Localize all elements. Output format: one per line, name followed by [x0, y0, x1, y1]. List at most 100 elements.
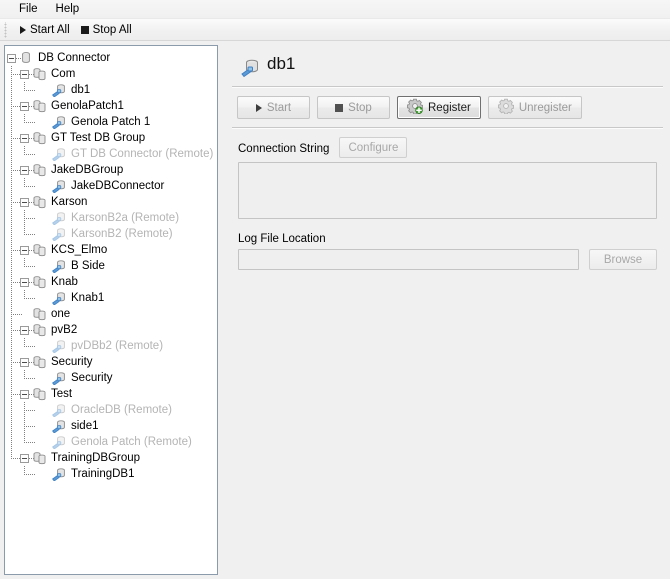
tree-node-label: Test	[48, 386, 72, 402]
tree-expander-placeholder	[38, 82, 51, 98]
tree-node-label: KCS_Elmo	[48, 242, 107, 258]
tree-expander-placeholder	[38, 146, 51, 162]
tree-expander-minus[interactable]	[18, 450, 31, 466]
tree-expander-placeholder	[38, 258, 51, 274]
tree-node[interactable]: JakeDBGroup	[5, 162, 217, 178]
stop-all-label: Stop All	[93, 24, 132, 36]
tree-expander-placeholder	[38, 210, 51, 226]
tree-node[interactable]: DB Connector	[5, 50, 217, 66]
tree-node[interactable]: B Side	[5, 258, 217, 274]
database-group-icon	[31, 130, 48, 146]
tree-node[interactable]: OracleDB (Remote)	[5, 402, 217, 418]
tree-node[interactable]: pvB2	[5, 322, 217, 338]
tree-indent-guide	[5, 290, 18, 306]
menu-bar: File Help	[0, 0, 670, 19]
log-file-input[interactable]	[238, 249, 579, 270]
tree-indent-guide	[5, 274, 18, 290]
tree-node[interactable]: Com	[5, 66, 217, 82]
tree-node[interactable]: Genola Patch 1	[5, 114, 217, 130]
tree-node[interactable]: one	[5, 306, 217, 322]
connector-tree[interactable]: DB ConnectorComdb1GenolaPatch1Genola Pat…	[4, 45, 218, 575]
tree-indent-guide	[5, 82, 18, 98]
tree-node[interactable]: Knab	[5, 274, 217, 290]
tree-expander-minus[interactable]	[18, 66, 31, 82]
tree-expander-minus[interactable]	[18, 98, 31, 114]
tree-node[interactable]: TrainingDB1	[5, 466, 217, 482]
database-connector-icon	[51, 210, 68, 226]
menu-item-help[interactable]: Help	[47, 0, 89, 18]
tree-indent-guide	[5, 450, 18, 466]
tree-indent-guide	[18, 402, 38, 418]
tree-indent-guide	[5, 338, 18, 354]
tree-indent-guide	[5, 210, 18, 226]
tree-expander-placeholder	[38, 178, 51, 194]
play-triangle-icon	[20, 26, 26, 34]
start-button[interactable]: Start	[237, 96, 310, 119]
connection-string-input[interactable]	[238, 162, 657, 219]
tree-node[interactable]: KCS_Elmo	[5, 242, 217, 258]
tree-node[interactable]: Security	[5, 370, 217, 386]
configure-button[interactable]: Configure	[339, 137, 407, 158]
tree-node-label: KarsonB2a (Remote)	[68, 210, 179, 226]
tree-node[interactable]: KarsonB2a (Remote)	[5, 210, 217, 226]
tree-expander-minus[interactable]	[18, 194, 31, 210]
tree-indent-guide	[5, 370, 18, 386]
database-connector-icon	[51, 178, 68, 194]
tree-panel: DB ConnectorComdb1GenolaPatch1Genola Pat…	[0, 42, 221, 579]
drag-grip-icon[interactable]	[3, 22, 10, 38]
toolbar: Start All Stop All	[0, 19, 670, 41]
tree-node[interactable]: GT Test DB Group	[5, 130, 217, 146]
detail-panel: db1 Start Stop	[225, 42, 670, 579]
tree-node[interactable]: Security	[5, 354, 217, 370]
tree-node-label: Knab1	[68, 290, 104, 306]
tree-node[interactable]: Knab1	[5, 290, 217, 306]
start-all-button[interactable]: Start All	[14, 20, 77, 39]
database-group-icon	[31, 274, 48, 290]
tree-node[interactable]: Genola Patch (Remote)	[5, 434, 217, 450]
tree-node[interactable]: TrainingDBGroup	[5, 450, 217, 466]
tree-indent-guide	[5, 466, 18, 482]
tree-indent-guide	[5, 130, 18, 146]
tree-expander-minus[interactable]	[18, 242, 31, 258]
tree-node[interactable]: JakeDBConnector	[5, 178, 217, 194]
tree-node-label: Genola Patch (Remote)	[68, 434, 192, 450]
database-connector-icon	[51, 258, 68, 274]
database-group-icon	[31, 354, 48, 370]
tree-node-label: GT Test DB Group	[48, 130, 145, 146]
tree-node[interactable]: GT DB Connector (Remote)	[5, 146, 217, 162]
tree-expander-minus[interactable]	[18, 354, 31, 370]
tree-expander-minus[interactable]	[18, 130, 31, 146]
tree-node-label: Com	[48, 66, 75, 82]
tree-indent-guide	[5, 386, 18, 402]
page-title: db1	[267, 54, 295, 74]
unregister-button[interactable]: Unregister	[488, 96, 582, 119]
stop-square-icon	[335, 104, 343, 112]
tree-expander-minus[interactable]	[5, 50, 18, 66]
tree-node[interactable]: pvDBb2 (Remote)	[5, 338, 217, 354]
tree-node[interactable]: side1	[5, 418, 217, 434]
stop-square-icon	[81, 26, 89, 34]
browse-button[interactable]: Browse	[589, 249, 657, 270]
stop-button[interactable]: Stop	[317, 96, 390, 119]
tree-node[interactable]: GenolaPatch1	[5, 98, 217, 114]
tree-node[interactable]: KarsonB2 (Remote)	[5, 226, 217, 242]
log-file-row: Browse	[238, 249, 657, 270]
tree-node[interactable]: Test	[5, 386, 217, 402]
tree-node-label: TrainingDBGroup	[48, 450, 140, 466]
tree-indent-guide	[5, 418, 18, 434]
tree-expander-minus[interactable]	[18, 274, 31, 290]
tree-expander-minus[interactable]	[18, 322, 31, 338]
tree-indent-guide	[5, 226, 18, 242]
tree-node-label: side1	[68, 418, 99, 434]
tree-expander-placeholder	[38, 466, 51, 482]
register-button[interactable]: Register	[397, 96, 481, 119]
tree-expander-placeholder	[38, 338, 51, 354]
tree-indent-guide	[5, 162, 18, 178]
menu-item-file[interactable]: File	[10, 0, 47, 18]
tree-indent-guide	[18, 82, 38, 98]
tree-expander-minus[interactable]	[18, 386, 31, 402]
tree-node[interactable]: Karson	[5, 194, 217, 210]
tree-node[interactable]: db1	[5, 82, 217, 98]
tree-expander-minus[interactable]	[18, 162, 31, 178]
stop-all-button[interactable]: Stop All	[77, 20, 139, 39]
